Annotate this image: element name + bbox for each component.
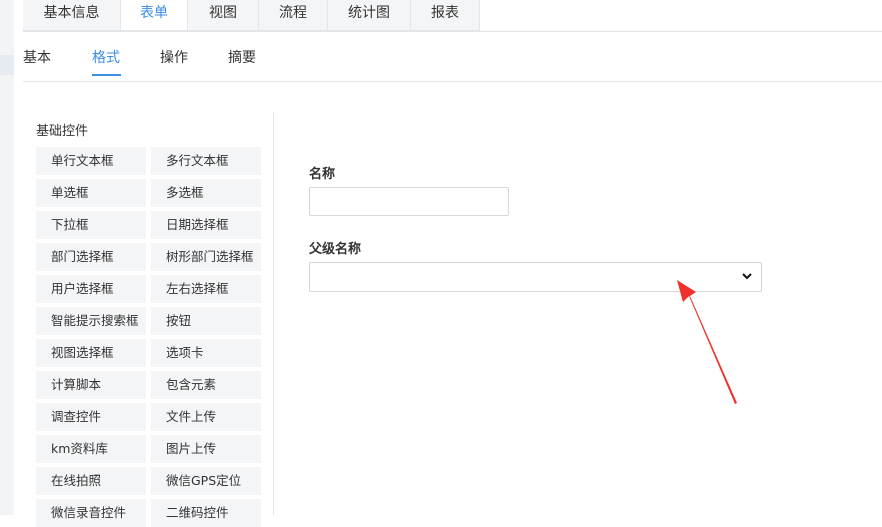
control-item[interactable]: 计算脚本 <box>36 371 146 399</box>
control-item[interactable]: 包含元素 <box>151 371 261 399</box>
control-item[interactable]: 调查控件 <box>36 403 146 431</box>
top-tab-divider <box>23 31 882 32</box>
tab-statistics-chart[interactable]: 统计图 <box>328 0 411 31</box>
control-item[interactable]: 多行文本框 <box>151 147 261 175</box>
chevron-down-icon <box>741 270 753 286</box>
control-item[interactable]: 按钮 <box>151 307 261 335</box>
control-item[interactable]: 图片上传 <box>151 435 261 463</box>
control-item[interactable]: 选项卡 <box>151 339 261 367</box>
left-edge-strip <box>0 0 14 515</box>
subtab-format[interactable]: 格式 <box>92 48 121 78</box>
parent-name-label: 父级名称 <box>309 242 362 257</box>
name-input[interactable] <box>309 187 509 216</box>
name-label: 名称 <box>309 167 336 182</box>
control-palette: 单行文本框 多行文本框 单选框 多选框 下拉框 日期选择框 部门选择框 树形部门… <box>36 147 262 527</box>
sub-tab-divider <box>23 81 882 82</box>
control-item[interactable]: 单选框 <box>36 179 146 207</box>
sub-tab-bar: 基本 格式 操作 摘要 <box>23 48 257 78</box>
parent-name-select[interactable] <box>309 262 762 292</box>
tab-flow[interactable]: 流程 <box>259 0 328 31</box>
control-item[interactable]: 单行文本框 <box>36 147 146 175</box>
tab-report[interactable]: 报表 <box>411 0 480 31</box>
control-item[interactable]: 下拉框 <box>36 211 146 239</box>
control-item[interactable]: 微信GPS定位 <box>151 467 261 495</box>
top-tab-bar: 基本信息 表单 视图 流程 统计图 报表 <box>23 0 480 32</box>
control-item[interactable]: 智能提示搜索框 <box>36 307 146 335</box>
palette-divider <box>273 112 274 515</box>
tab-view[interactable]: 视图 <box>188 0 259 31</box>
control-item[interactable]: 用户选择框 <box>36 275 146 303</box>
control-item[interactable]: 左右选择框 <box>151 275 261 303</box>
control-item[interactable]: km资料库 <box>36 435 146 463</box>
control-item[interactable]: 树形部门选择框 <box>151 243 261 271</box>
palette-title: 基础控件 <box>36 124 89 139</box>
control-item[interactable]: 日期选择框 <box>151 211 261 239</box>
control-item[interactable]: 视图选择框 <box>36 339 146 367</box>
control-item[interactable]: 二维码控件 <box>151 499 261 527</box>
subtab-summary[interactable]: 摘要 <box>228 48 257 78</box>
control-item[interactable]: 部门选择框 <box>36 243 146 271</box>
control-item[interactable]: 文件上传 <box>151 403 261 431</box>
left-edge-highlight <box>0 55 14 75</box>
control-item[interactable]: 在线拍照 <box>36 467 146 495</box>
tab-form[interactable]: 表单 <box>121 0 188 31</box>
subtab-operation[interactable]: 操作 <box>160 48 189 78</box>
control-item[interactable]: 微信录音控件 <box>36 499 146 527</box>
control-item[interactable]: 多选框 <box>151 179 261 207</box>
subtab-basic[interactable]: 基本 <box>23 48 52 78</box>
tab-basic-info[interactable]: 基本信息 <box>23 0 121 31</box>
